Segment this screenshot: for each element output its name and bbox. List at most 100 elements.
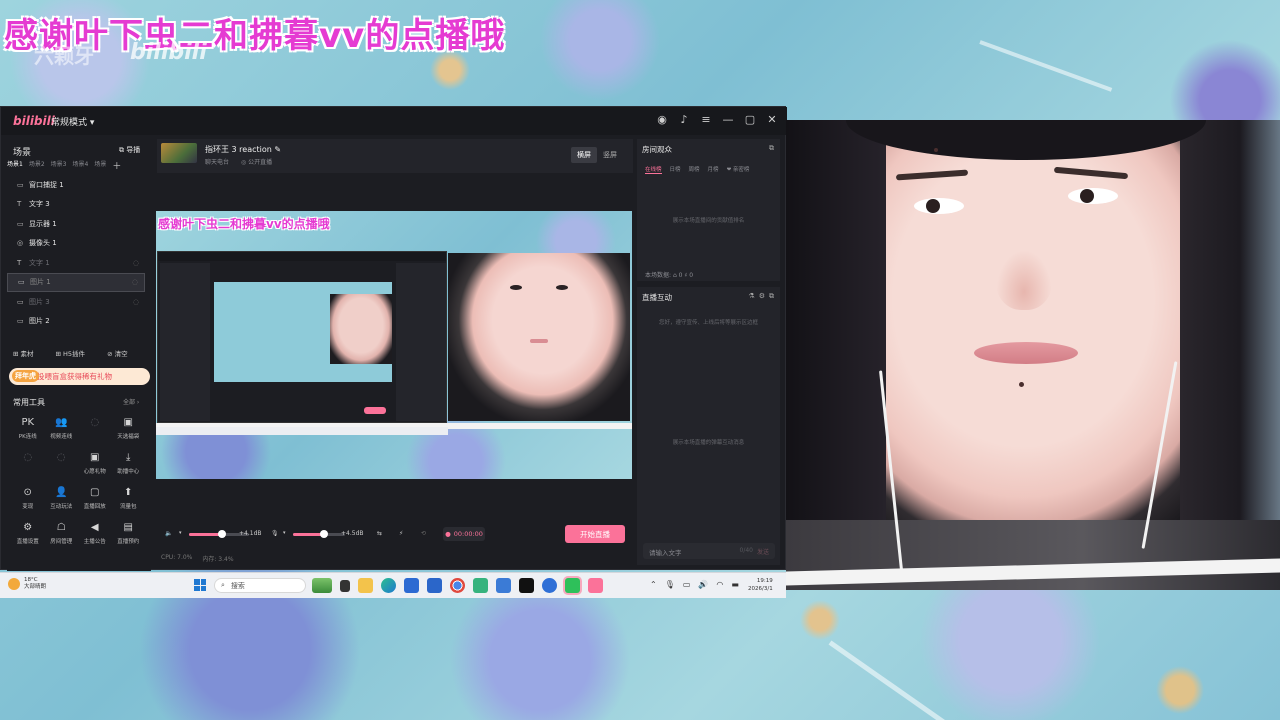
mixer-icon[interactable]: ⇆ [377,530,382,537]
tab-scene-2[interactable]: 场景2 [29,159,45,172]
tool-item[interactable]: ▤ 直播预约 [112,522,146,545]
send-button[interactable]: 发送 [757,547,769,556]
tool-item[interactable]: ⚙ 直播设置 [11,522,45,545]
source-item[interactable]: ▭ 显示器 1 [7,214,145,234]
close-icon[interactable]: ✕ [765,113,779,126]
source-item[interactable]: ◎ 摄像头 1 [7,234,145,254]
microphone-icon[interactable]: 🎙 [271,530,279,537]
stream-preview[interactable]: 感谢叶下虫二和拂暮vv的点播哦 [156,211,632,479]
chat-input[interactable]: 请输入文字 0/40 发送 [643,543,775,559]
tool-item[interactable]: ⊙ 变现 [11,487,45,510]
stream-visibility[interactable]: ◎ 公开直播 [241,157,272,166]
weather-widget[interactable]: 18°C 大部晴朗 [8,577,46,591]
tool-item[interactable]: ◌ [45,452,79,475]
clock[interactable]: 19:19 2026/3/1 [748,577,773,593]
source-item-selected[interactable]: ▭ 图片 1 ◌ [7,272,145,292]
capcut-icon[interactable] [519,578,534,593]
battery-icon[interactable]: ▬ [731,580,739,589]
bilibili-live-icon[interactable] [588,578,603,593]
speaker-icon[interactable]: 🔈 [165,530,172,537]
minimize-icon[interactable]: — [721,113,735,126]
tool-item[interactable]: ▢ 直播回放 [78,487,112,510]
tab-scene-5[interactable]: 场景 [94,159,106,172]
filter-icon[interactable]: ⚗ [748,292,754,301]
tool-item[interactable]: ☖ 房间管理 [45,522,79,545]
volume-tray-icon[interactable]: 🔊 [698,580,708,589]
tool-item[interactable]: ⬆ 流量包 [112,487,146,510]
taskbar-search[interactable]: ⌕ 搜索 [214,578,306,593]
tab-scene-3[interactable]: 场景3 [51,159,67,172]
app-icon-blue[interactable] [496,578,511,593]
slider-knob[interactable] [320,530,329,538]
store-icon[interactable] [404,578,419,593]
chrome-icon[interactable] [450,578,465,593]
tab-online[interactable]: 在线榜 [645,165,662,174]
menu-icon[interactable]: ≡ [699,113,713,126]
slider-knob[interactable] [218,530,226,538]
edit-icon[interactable]: ✎ [274,145,281,154]
tool-item[interactable]: 👤 互动玩法 [45,487,79,510]
materials-button[interactable]: ⊞ 素材 [13,348,34,358]
landscape-button[interactable]: 横屏 [571,147,597,163]
tab-monthly[interactable]: 月榜 [708,165,719,174]
eye-hidden-icon[interactable]: ◌ [132,278,138,286]
source-item[interactable]: ▭ 图片 2 [7,312,145,332]
tool-item[interactable]: ◌ [78,417,112,440]
stream-title[interactable]: 指环王 3 reaction ✎ [205,144,281,155]
tool-item[interactable]: ◌ [11,452,45,475]
stream-category[interactable]: 聊天电台 [205,157,229,166]
source-item[interactable]: T 文字 3 [7,195,145,215]
start-live-button[interactable]: 开始直播 [565,525,625,543]
avatar-icon[interactable]: ◉ [655,113,669,126]
portrait-button[interactable]: 竖屏 [597,147,623,163]
tab-intimacy[interactable]: ❤ 亲密榜 [727,165,750,174]
mic-tray-icon[interactable]: 🎙 [665,580,675,589]
source-item[interactable]: ▭ 图片 3 ◌ [7,292,145,312]
display-tray-icon[interactable]: ▭ [683,580,691,589]
windows-start-icon[interactable] [194,579,206,591]
file-explorer-icon[interactable] [358,578,373,593]
edge-browser-icon[interactable] [381,578,396,593]
tab-weekly[interactable]: 周榜 [689,165,700,174]
chevron-down-icon[interactable]: ▾ [283,530,286,536]
mic-volume-slider[interactable] [293,530,345,538]
promo-banner[interactable]: 拜年虎 投喂盲盒获得稀有礼物 [9,368,150,385]
wechat-icon[interactable] [565,578,580,593]
tab-scene-4[interactable]: 场景4 [72,159,88,172]
source-item[interactable]: ▭ 窗口捕捉 1 [7,175,145,195]
tool-item[interactable]: ▣ 心愿礼物 [78,452,112,475]
bell-icon[interactable]: ♪ [677,113,691,126]
popout-icon[interactable]: ⧉ [769,144,774,153]
stream-cover-thumbnail[interactable] [161,143,197,163]
record-timer[interactable]: ● 00:00:00 [443,527,485,541]
tab-daily[interactable]: 日榜 [670,165,681,174]
tool-item[interactable]: ▣ 天选福袋 [112,417,146,440]
source-item[interactable]: T 文字 1 ◌ [7,253,145,273]
settings-icon[interactable]: ⚙ [759,292,765,301]
app-icon-green[interactable] [473,578,488,593]
effects-icon[interactable]: ⚡ [399,530,403,537]
task-view-icon[interactable] [340,580,350,592]
word-app-icon[interactable] [427,578,442,593]
h5-plugin-button[interactable]: ⊞ H5插件 [56,348,86,358]
chevron-up-icon[interactable]: ⌃ [650,580,657,589]
mode-selector[interactable]: 常规模式 ▾ [51,115,94,128]
widget-app-icon[interactable] [312,578,332,593]
eye-hidden-icon[interactable]: ◌ [133,298,139,306]
link-icon[interactable]: ⟲ [421,530,426,537]
tool-item[interactable]: 👥 视频连线 [45,417,79,440]
tools-all-link[interactable]: 全部 › [123,397,139,406]
add-scene-icon[interactable]: ＋ [112,159,121,172]
chevron-down-icon[interactable]: ▾ [179,530,182,536]
clear-button[interactable]: ⊘ 清空 [107,348,128,358]
wifi-icon[interactable]: ◠ [716,580,723,589]
popout-icon[interactable]: ⧉ [769,292,774,301]
maximize-icon[interactable]: ▢ [743,113,757,126]
eye-hidden-icon[interactable]: ◌ [133,259,139,267]
tool-item[interactable]: ◀ 主播公告 [78,522,112,545]
tab-scene-1[interactable]: 场景1 [7,159,23,172]
import-button[interactable]: ⧉ 导播 [119,145,140,155]
tool-item[interactable]: PK PK连线 [11,417,45,440]
app-icon-circle[interactable] [542,578,557,593]
tool-item[interactable]: ⤓ 助播中心 [112,452,146,475]
